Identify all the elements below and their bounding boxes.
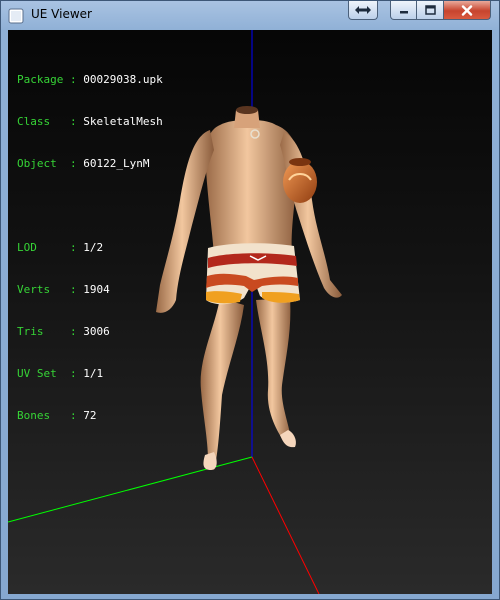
x-axis [251,456,320,594]
close-icon [461,4,473,16]
info-value: 1/2 [83,241,104,254]
info-label: LOD [17,241,64,254]
info-value: 60122_LynM [83,157,150,170]
info-row-object: Object : 60122_LynM [17,157,163,171]
info-value: 1904 [83,283,110,296]
minimize-button[interactable] [390,1,417,20]
info-label: UV Set [17,367,64,380]
swap-button[interactable] [348,1,378,20]
mesh-info-overlay: Package : 00029038.upk Class : SkeletalM… [17,45,163,451]
info-row-class: Class : SkeletalMesh [17,115,163,129]
info-label: Bones [17,409,64,422]
maximize-button[interactable] [417,1,444,20]
info-row-lod: LOD : 1/2 [17,241,163,255]
info-label: Package [17,73,64,86]
double-arrow-icon [355,6,371,14]
info-separator: : [63,409,84,422]
app-window: UE Viewer Package: 00029038.upk Class:… [0,0,500,600]
maximize-icon [424,5,436,15]
title-bar[interactable]: UE Viewer [1,1,499,30]
info-separator: : [63,73,84,86]
info-value: 72 [83,409,97,422]
info-separator: : [63,157,84,170]
minimize-icon [399,11,408,14]
info-label: Class [17,115,64,128]
info-label: Object [17,157,64,170]
info-value: 00029038.upk [83,73,163,86]
info-separator: : [63,325,84,338]
info-value: SkeletalMesh [83,115,163,128]
info-row-tris: Tris : 3006 [17,325,163,339]
info-separator: : [63,115,84,128]
info-separator: : [63,241,84,254]
info-row-package: Package : 00029038.upk [17,73,163,87]
info-label: Tris [17,325,64,338]
info-separator: : [63,283,84,296]
info-value: 3006 [83,325,110,338]
close-button[interactable] [444,1,491,20]
info-separator: : [63,367,84,380]
info-row-verts: Verts : 1904 [17,283,163,297]
app-icon [8,8,24,24]
info-value: 1/1 [83,367,104,380]
character-model [156,106,342,470]
info-row-bones: Bones : 72 [17,409,163,423]
info-row-uvset: UV Set : 1/1 [17,367,163,381]
3d-viewport[interactable]: Package : 00029038.upk Class : SkeletalM… [8,30,492,594]
window-title: UE Viewer [31,7,92,21]
info-label: Verts [17,283,64,296]
